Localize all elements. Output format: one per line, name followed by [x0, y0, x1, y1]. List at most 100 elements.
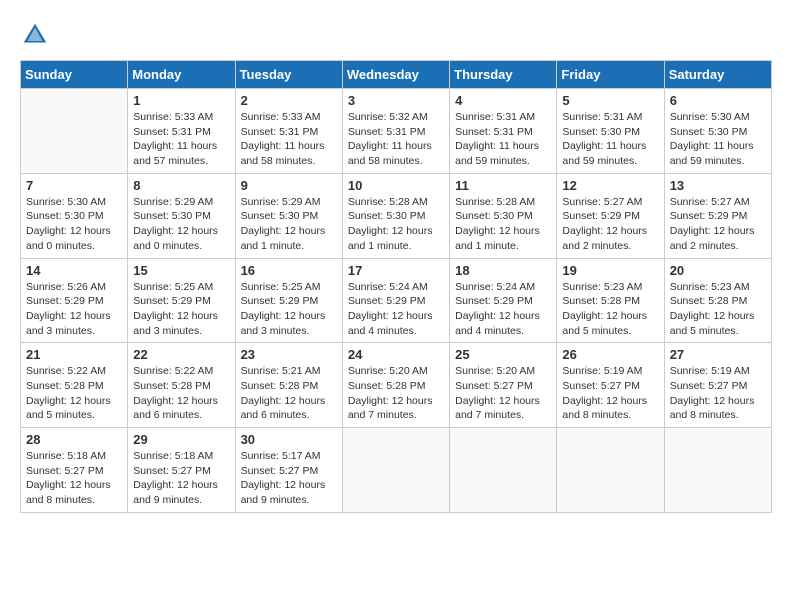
calendar-cell: 8 Sunrise: 5:29 AM Sunset: 5:30 PM Daylig… — [128, 173, 235, 258]
calendar-cell: 12 Sunrise: 5:27 AM Sunset: 5:29 PM Dayli… — [557, 173, 664, 258]
calendar-cell: 10 Sunrise: 5:28 AM Sunset: 5:30 PM Dayli… — [342, 173, 449, 258]
day-number: 18 — [455, 263, 551, 278]
calendar-cell: 5 Sunrise: 5:31 AM Sunset: 5:30 PM Daylig… — [557, 89, 664, 174]
day-number: 1 — [133, 93, 229, 108]
day-number: 6 — [670, 93, 766, 108]
day-number: 3 — [348, 93, 444, 108]
day-info: Sunrise: 5:18 AM Sunset: 5:27 PM Dayligh… — [133, 449, 229, 508]
calendar-cell: 17 Sunrise: 5:24 AM Sunset: 5:29 PM Dayli… — [342, 258, 449, 343]
calendar-week-row: 28Sunrise: 5:18 AM Sunset: 5:27 PM Dayli… — [21, 428, 772, 513]
day-number: 15 — [133, 263, 229, 278]
calendar-day-header: Sunday — [21, 61, 128, 89]
calendar-day-header: Monday — [128, 61, 235, 89]
calendar-cell: 14 Sunrise: 5:26 AM Sunset: 5:29 PM Dayli… — [21, 258, 128, 343]
calendar-cell — [342, 428, 449, 513]
calendar-cell: 27 Sunrise: 5:19 AM Sunset: 5:27 PM Dayli… — [664, 343, 771, 428]
day-info: Sunrise: 5:25 AM Sunset: 5:29 PM Dayligh… — [133, 280, 229, 339]
calendar-cell: 19 Sunrise: 5:23 AM Sunset: 5:28 PM Dayli… — [557, 258, 664, 343]
day-info: Sunrise: 5:31 AM Sunset: 5:30 PM Dayligh… — [562, 110, 658, 169]
day-info: Sunrise: 5:32 AM Sunset: 5:31 PM Dayligh… — [348, 110, 444, 169]
day-info: Sunrise: 5:17 AM Sunset: 5:27 PM Dayligh… — [241, 449, 337, 508]
calendar-cell: 18 Sunrise: 5:24 AM Sunset: 5:29 PM Dayli… — [450, 258, 557, 343]
day-info: Sunrise: 5:31 AM Sunset: 5:31 PM Dayligh… — [455, 110, 551, 169]
calendar-day-header: Saturday — [664, 61, 771, 89]
calendar-cell — [450, 428, 557, 513]
day-info: Sunrise: 5:24 AM Sunset: 5:29 PM Dayligh… — [455, 280, 551, 339]
day-info: Sunrise: 5:28 AM Sunset: 5:30 PM Dayligh… — [348, 195, 444, 254]
day-info: Sunrise: 5:21 AM Sunset: 5:28 PM Dayligh… — [241, 364, 337, 423]
calendar-cell: 25 Sunrise: 5:20 AM Sunset: 5:27 PM Dayli… — [450, 343, 557, 428]
day-number: 2 — [241, 93, 337, 108]
day-info: Sunrise: 5:29 AM Sunset: 5:30 PM Dayligh… — [241, 195, 337, 254]
calendar-cell — [21, 89, 128, 174]
day-number: 21 — [26, 347, 122, 362]
day-info: Sunrise: 5:24 AM Sunset: 5:29 PM Dayligh… — [348, 280, 444, 339]
calendar-day-header: Friday — [557, 61, 664, 89]
calendar-cell: 15 Sunrise: 5:25 AM Sunset: 5:29 PM Dayli… — [128, 258, 235, 343]
day-info: Sunrise: 5:20 AM Sunset: 5:28 PM Dayligh… — [348, 364, 444, 423]
day-number: 13 — [670, 178, 766, 193]
day-number: 25 — [455, 347, 551, 362]
calendar-cell: 7 Sunrise: 5:30 AM Sunset: 5:30 PM Daylig… — [21, 173, 128, 258]
calendar-cell: 21 Sunrise: 5:22 AM Sunset: 5:28 PM Dayli… — [21, 343, 128, 428]
day-number: 11 — [455, 178, 551, 193]
day-info: Sunrise: 5:23 AM Sunset: 5:28 PM Dayligh… — [562, 280, 658, 339]
calendar-cell: 3 Sunrise: 5:32 AM Sunset: 5:31 PM Daylig… — [342, 89, 449, 174]
day-number: 24 — [348, 347, 444, 362]
day-number: 29 — [133, 432, 229, 447]
calendar-cell: 26Sunrise: 5:19 AM Sunset: 5:27 PM Dayli… — [557, 343, 664, 428]
calendar-cell: 13 Sunrise: 5:27 AM Sunset: 5:29 PM Dayli… — [664, 173, 771, 258]
day-number: 16 — [241, 263, 337, 278]
logo-icon — [20, 20, 50, 50]
calendar-week-row: 21 Sunrise: 5:22 AM Sunset: 5:28 PM Dayli… — [21, 343, 772, 428]
day-number: 19 — [562, 263, 658, 278]
calendar-cell: 28Sunrise: 5:18 AM Sunset: 5:27 PM Dayli… — [21, 428, 128, 513]
calendar-cell: 30Sunrise: 5:17 AM Sunset: 5:27 PM Dayli… — [235, 428, 342, 513]
calendar-cell: 16Sunrise: 5:25 AM Sunset: 5:29 PM Dayli… — [235, 258, 342, 343]
calendar-cell: 24 Sunrise: 5:20 AM Sunset: 5:28 PM Dayli… — [342, 343, 449, 428]
day-info: Sunrise: 5:28 AM Sunset: 5:30 PM Dayligh… — [455, 195, 551, 254]
day-info: Sunrise: 5:30 AM Sunset: 5:30 PM Dayligh… — [26, 195, 122, 254]
calendar-cell: 22 Sunrise: 5:22 AM Sunset: 5:28 PM Dayli… — [128, 343, 235, 428]
day-number: 9 — [241, 178, 337, 193]
calendar-cell: 29 Sunrise: 5:18 AM Sunset: 5:27 PM Dayli… — [128, 428, 235, 513]
calendar-cell: 4 Sunrise: 5:31 AM Sunset: 5:31 PM Daylig… — [450, 89, 557, 174]
day-number: 10 — [348, 178, 444, 193]
day-number: 17 — [348, 263, 444, 278]
calendar-cell: 9 Sunrise: 5:29 AM Sunset: 5:30 PM Daylig… — [235, 173, 342, 258]
calendar-table: SundayMondayTuesdayWednesdayThursdayFrid… — [20, 60, 772, 513]
day-number: 5 — [562, 93, 658, 108]
calendar-cell: 2Sunrise: 5:33 AM Sunset: 5:31 PM Daylig… — [235, 89, 342, 174]
calendar-cell: 1 Sunrise: 5:33 AM Sunset: 5:31 PM Daylig… — [128, 89, 235, 174]
day-info: Sunrise: 5:29 AM Sunset: 5:30 PM Dayligh… — [133, 195, 229, 254]
logo — [20, 20, 54, 50]
day-number: 27 — [670, 347, 766, 362]
day-info: Sunrise: 5:33 AM Sunset: 5:31 PM Dayligh… — [133, 110, 229, 169]
day-info: Sunrise: 5:27 AM Sunset: 5:29 PM Dayligh… — [670, 195, 766, 254]
day-number: 26 — [562, 347, 658, 362]
calendar-day-header: Wednesday — [342, 61, 449, 89]
calendar-header-row: SundayMondayTuesdayWednesdayThursdayFrid… — [21, 61, 772, 89]
day-info: Sunrise: 5:19 AM Sunset: 5:27 PM Dayligh… — [670, 364, 766, 423]
day-number: 4 — [455, 93, 551, 108]
calendar-week-row: 1 Sunrise: 5:33 AM Sunset: 5:31 PM Daylig… — [21, 89, 772, 174]
calendar-day-header: Thursday — [450, 61, 557, 89]
day-number: 22 — [133, 347, 229, 362]
day-info: Sunrise: 5:18 AM Sunset: 5:27 PM Dayligh… — [26, 449, 122, 508]
day-number: 7 — [26, 178, 122, 193]
calendar-cell: 11 Sunrise: 5:28 AM Sunset: 5:30 PM Dayli… — [450, 173, 557, 258]
day-info: Sunrise: 5:20 AM Sunset: 5:27 PM Dayligh… — [455, 364, 551, 423]
day-number: 14 — [26, 263, 122, 278]
day-info: Sunrise: 5:22 AM Sunset: 5:28 PM Dayligh… — [26, 364, 122, 423]
day-number: 20 — [670, 263, 766, 278]
calendar-cell — [664, 428, 771, 513]
day-number: 12 — [562, 178, 658, 193]
page-header — [20, 20, 772, 50]
day-info: Sunrise: 5:27 AM Sunset: 5:29 PM Dayligh… — [562, 195, 658, 254]
day-info: Sunrise: 5:23 AM Sunset: 5:28 PM Dayligh… — [670, 280, 766, 339]
day-info: Sunrise: 5:22 AM Sunset: 5:28 PM Dayligh… — [133, 364, 229, 423]
calendar-cell: 20 Sunrise: 5:23 AM Sunset: 5:28 PM Dayli… — [664, 258, 771, 343]
day-number: 8 — [133, 178, 229, 193]
day-info: Sunrise: 5:26 AM Sunset: 5:29 PM Dayligh… — [26, 280, 122, 339]
calendar-day-header: Tuesday — [235, 61, 342, 89]
